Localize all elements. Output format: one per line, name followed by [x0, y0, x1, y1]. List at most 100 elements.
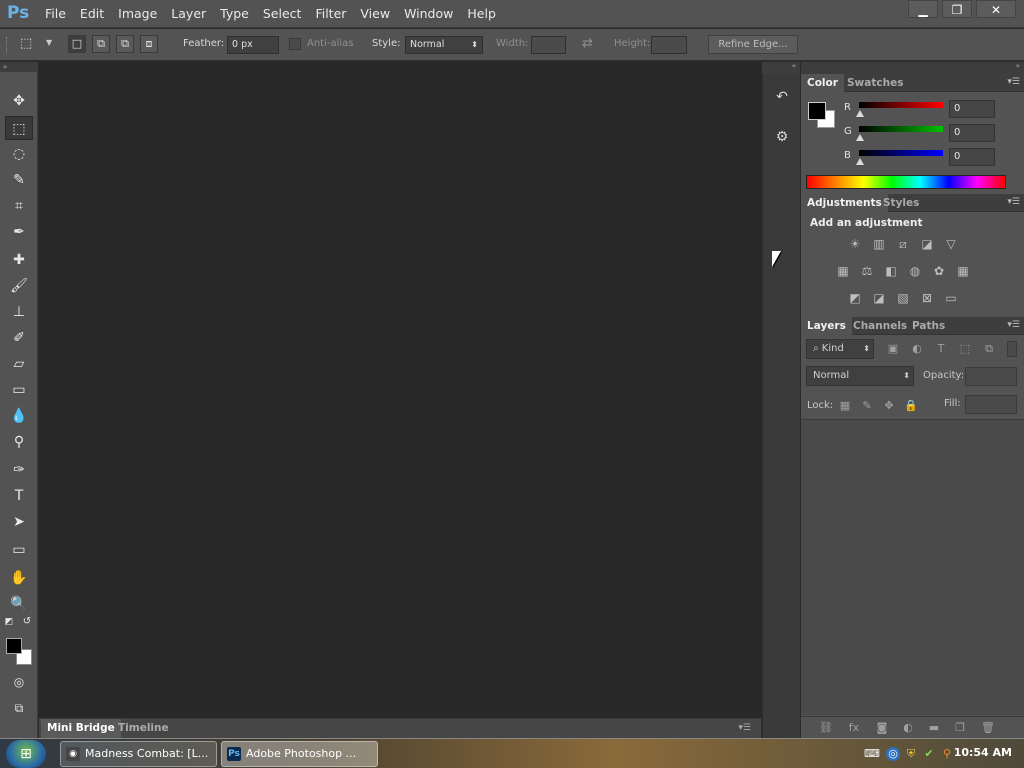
taskbar-item-photoshop[interactable]: Ps Adobe Photoshop ... [221, 741, 378, 767]
exposure-icon[interactable]: ◪ [919, 237, 935, 251]
healing-brush-tool-icon[interactable]: ✚ [5, 248, 33, 272]
opacity-input[interactable] [965, 367, 1017, 386]
type-tool-icon[interactable]: T [5, 484, 33, 508]
menu-layer[interactable]: Layer [164, 0, 213, 28]
invert-icon[interactable]: ◩ [847, 291, 863, 305]
tab-timeline[interactable]: Timeline [112, 719, 175, 738]
preset-dropdown-icon[interactable]: ▼ [46, 38, 52, 47]
tab-paths[interactable]: Paths [906, 317, 951, 335]
minimize-button[interactable]: ▁ [908, 0, 938, 18]
red-value[interactable]: 0 [949, 100, 995, 118]
subtract-from-selection-icon[interactable]: ⧉ [116, 35, 134, 53]
rectangle-tool-icon[interactable]: ▭ [5, 538, 33, 562]
gradient-tool-icon[interactable]: ▭ [5, 378, 33, 402]
quick-selection-tool-icon[interactable]: ✎ [5, 168, 33, 192]
color-balance-icon[interactable]: ⚖ [859, 264, 875, 278]
new-group-icon[interactable]: ▬ [927, 721, 941, 734]
dodge-tool-icon[interactable]: ⚲ [5, 430, 33, 454]
taskbar-item-madness-combat[interactable]: ◉ Madness Combat: [L... [60, 741, 217, 767]
menu-type[interactable]: Type [213, 0, 256, 28]
quick-mask-icon[interactable]: ◎ [5, 670, 33, 694]
lock-all-icon[interactable]: 🔒 [904, 399, 918, 412]
filter-type-icon[interactable]: T [934, 342, 948, 355]
layers-panel-menu-icon[interactable]: ▾☰ [1007, 320, 1020, 330]
delete-layer-icon[interactable]: 🗑 [981, 721, 995, 734]
photo-filter-icon[interactable]: ◍ [907, 264, 923, 278]
adjustments-panel-menu-icon[interactable]: ▾☰ [1007, 197, 1020, 207]
selective-color-icon[interactable]: ⊠ [919, 291, 935, 305]
add-mask-icon[interactable]: ◙ [875, 721, 889, 734]
eyedropper-tool-icon[interactable]: ✒ [5, 220, 33, 244]
layers-list[interactable] [801, 419, 1024, 715]
tab-mini-bridge[interactable]: Mini Bridge [41, 719, 121, 738]
move-tool-icon[interactable]: ✥ [5, 89, 33, 113]
screen-mode-icon[interactable]: ⧉ [5, 696, 33, 720]
tab-styles[interactable]: Styles [877, 194, 925, 212]
new-adjustment-layer-icon[interactable]: ◐ [901, 721, 915, 734]
history-brush-tool-icon[interactable]: ✐ [5, 326, 33, 350]
layer-style-icon[interactable]: fx [847, 721, 861, 734]
threshold-icon[interactable]: ▧ [895, 291, 911, 305]
menu-edit[interactable]: Edit [73, 0, 111, 28]
zoom-tool-icon[interactable]: 🔍 [5, 592, 33, 616]
menu-view[interactable]: View [353, 0, 397, 28]
anti-alias-checkbox[interactable] [289, 38, 301, 50]
refine-edge-button[interactable]: Refine Edge... [708, 35, 798, 54]
crop-tool-icon[interactable]: ⌗ [5, 194, 33, 218]
filter-adjustment-icon[interactable]: ◐ [910, 342, 924, 355]
feather-input[interactable]: 0 px [227, 36, 279, 54]
intersect-selection-icon[interactable]: ⧈ [140, 35, 158, 53]
lock-transparent-icon[interactable]: ▦ [838, 399, 852, 412]
green-slider-thumb[interactable] [856, 134, 864, 141]
height-input[interactable] [651, 36, 687, 54]
channel-mixer-icon[interactable]: ✿ [931, 264, 947, 278]
search-icon[interactable]: ⚲ [940, 747, 954, 761]
green-value[interactable]: 0 [949, 124, 995, 142]
swap-dimensions-icon[interactable]: ⇄ [582, 36, 593, 51]
eraser-tool-icon[interactable]: ▱ [5, 352, 33, 376]
menu-help[interactable]: Help [460, 0, 503, 28]
vibrance-icon[interactable]: ▽ [943, 237, 959, 251]
shield-icon[interactable]: ⛨ [904, 747, 918, 761]
foreground-color-swatch[interactable] [6, 638, 22, 654]
document-canvas-area[interactable] [39, 62, 761, 718]
filter-pixel-icon[interactable]: ▣ [886, 342, 900, 355]
tab-adjustments[interactable]: Adjustments [801, 194, 888, 212]
color-lookup-icon[interactable]: ▦ [955, 264, 971, 278]
tab-layers[interactable]: Layers [801, 317, 852, 335]
close-button[interactable]: ✕ [976, 0, 1016, 18]
color-spectrum-ramp[interactable] [806, 175, 1006, 189]
width-input[interactable] [531, 36, 566, 54]
security-icon[interactable]: ✔ [922, 747, 936, 761]
filter-toggle[interactable] [1007, 341, 1017, 357]
hand-tool-icon[interactable]: ✋ [5, 566, 33, 590]
blue-slider[interactable] [859, 150, 943, 156]
restore-button[interactable]: ❐ [942, 0, 972, 18]
pen-tool-icon[interactable]: ✑ [5, 458, 33, 482]
panel-group-expand-toggle[interactable]: » [801, 62, 1024, 74]
clock[interactable]: 10:54 AM [954, 746, 1012, 759]
brightness-contrast-icon[interactable]: ☀ [847, 237, 863, 251]
start-button[interactable]: ⊞ [6, 740, 46, 768]
filter-smart-object-icon[interactable]: ⧉ [982, 342, 996, 356]
lock-image-icon[interactable]: ✎ [860, 399, 874, 412]
lock-position-icon[interactable]: ✥ [882, 399, 896, 412]
fill-input[interactable] [965, 395, 1017, 414]
black-white-icon[interactable]: ◧ [883, 264, 899, 278]
panel-menu-icon[interactable]: ▾☰ [732, 719, 757, 738]
gradient-map-icon[interactable]: ▭ [943, 291, 959, 305]
options-bar-grip[interactable] [6, 37, 10, 53]
blend-mode-select[interactable]: Normal ⬍ [806, 366, 914, 386]
color-panel-menu-icon[interactable]: ▾☰ [1007, 77, 1020, 87]
menu-filter[interactable]: Filter [308, 0, 353, 28]
posterize-icon[interactable]: ◪ [871, 291, 887, 305]
tab-channels[interactable]: Channels [847, 317, 913, 335]
blur-tool-icon[interactable]: 💧 [5, 404, 33, 428]
menu-file[interactable]: File [38, 0, 73, 28]
default-colors-icon[interactable]: ◩ [2, 614, 16, 630]
green-slider[interactable] [859, 126, 943, 132]
hue-saturation-icon[interactable]: ▦ [835, 264, 851, 278]
add-to-selection-icon[interactable]: ⧉ [92, 35, 110, 53]
layer-filter-kind-select[interactable]: ⌕ Kind ⬍ [806, 339, 874, 359]
link-layers-icon[interactable]: ⛓ [819, 721, 833, 734]
